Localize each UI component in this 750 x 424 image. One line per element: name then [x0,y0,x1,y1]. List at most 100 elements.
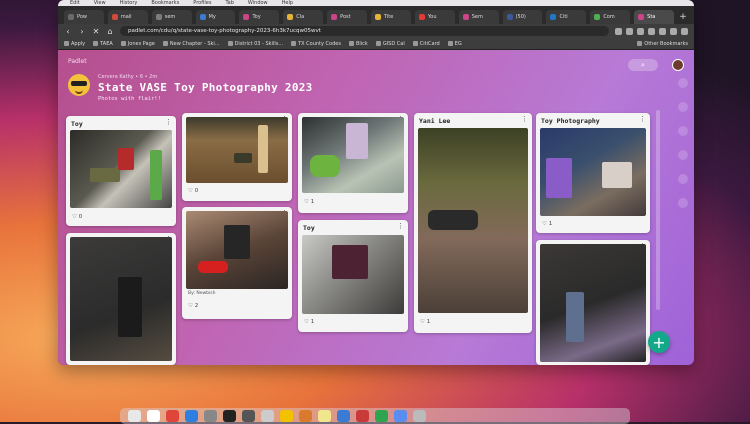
like-count[interactable]: ♡ 0 [72,214,82,220]
post-card[interactable]: Toy ⋮ ♡ 0 [66,116,176,226]
post-card[interactable]: ⋮ [536,240,650,365]
back-arrow-icon[interactable]: ‹ [64,27,72,36]
browser-tab[interactable]: (50) [502,10,543,24]
post-card[interactable]: ⋮ By: Newbish ♡ 2 [182,207,292,319]
search-button[interactable]: ⌕ [628,59,658,71]
browser-tab[interactable]: Pow [64,10,104,24]
browser-tab[interactable]: sem [151,10,192,24]
bookmark-item[interactable]: Blick [348,41,368,47]
like-count[interactable]: ♡ 1 [304,319,314,325]
home-icon[interactable]: ⌂ [106,27,114,36]
bookmark-item[interactable]: New Chapter - Ski... [162,41,220,47]
stop-loading-icon[interactable]: ✕ [92,27,100,36]
add-post-button[interactable]: + [648,331,670,353]
bookmark-item[interactable]: Apply [64,41,85,47]
bookmark-item[interactable]: District 03 - Skills... [227,41,283,47]
share-icon[interactable] [678,78,688,88]
terminal-icon[interactable] [223,410,236,422]
browser-tab[interactable]: Post [327,10,368,24]
kebab-menu-icon[interactable] [681,27,688,35]
bookmark-star-icon[interactable] [626,27,633,35]
browser-tab[interactable]: Tite [371,10,411,24]
like-count[interactable]: ♡ 0 [188,188,198,194]
trash-icon[interactable] [413,410,426,422]
remake-icon[interactable] [678,102,688,112]
post-photo[interactable] [70,237,172,361]
like-count[interactable]: ♡ 1 [304,199,314,205]
powerpoint-icon[interactable] [356,410,369,422]
like-count[interactable]: ♡ 2 [188,303,198,309]
new-tab-button[interactable]: + [678,10,688,24]
settings-icon[interactable] [678,174,688,184]
more-options-icon[interactable] [678,198,688,208]
photos-icon[interactable] [299,410,312,422]
chrome-icon[interactable] [166,410,179,422]
post-card[interactable]: ⋮ ♡ 1 [298,113,408,213]
notes-icon[interactable] [280,410,293,422]
word-icon[interactable] [337,410,350,422]
post-photo[interactable] [186,117,288,183]
post-photo[interactable] [302,117,404,193]
browser-tab[interactable]: Com [590,10,631,24]
menu-tab[interactable]: Tab [225,0,233,6]
menu-profiles[interactable]: Profiles [193,0,211,6]
bookmark-item[interactable]: CitiCard [412,41,440,47]
copy-icon[interactable] [678,126,688,136]
menu-bookmarks[interactable]: Bookmarks [151,0,179,6]
browser-tab[interactable]: Toy [239,10,280,24]
browser-tab[interactable]: My [195,10,236,24]
settings-icon[interactable] [204,410,217,422]
post-photo[interactable] [70,130,172,208]
profile-icon[interactable] [670,27,677,35]
share-icon[interactable] [615,27,622,35]
extension-icon[interactable] [637,27,644,35]
post-menu-icon[interactable]: ⋮ [397,223,404,230]
post-card[interactable]: ⋮ [66,233,176,365]
browser-tab-active[interactable]: Sta [634,10,675,24]
menu-history[interactable]: History [120,0,138,6]
menu-help[interactable]: Help [282,0,293,6]
slideshow-icon[interactable] [678,150,688,160]
post-photo[interactable] [540,128,646,216]
like-count[interactable]: ♡ 1 [542,221,552,227]
bookmark-item[interactable]: EG [447,41,462,47]
forward-arrow-icon[interactable]: › [78,27,86,36]
scrollbar[interactable] [656,110,660,310]
browser-tab[interactable]: mail [107,10,148,24]
bookmark-item[interactable]: Jones Page [120,41,155,47]
browser-tab[interactable]: Sem [458,10,499,24]
post-card[interactable]: Toy ⋮ ♡ 1 [298,220,408,332]
avatar[interactable] [672,59,684,71]
app-icon[interactable] [242,410,255,422]
post-photo[interactable] [186,211,288,289]
extension-icon[interactable] [659,27,666,35]
post-card[interactable]: ⋮ ♡ 0 [182,113,292,201]
menu-view[interactable]: View [94,0,106,6]
menu-edit[interactable]: Edit [70,0,80,6]
post-card[interactable]: Yani Lee ⋮ ♡ 1 [414,113,532,333]
post-card[interactable]: Toy Photography ⋮ ♡ 1 [536,113,650,233]
preview-icon[interactable] [261,410,274,422]
browser-tab[interactable]: Citi [546,10,587,24]
post-menu-icon[interactable]: ⋮ [521,116,528,123]
post-menu-icon[interactable]: ⋮ [165,119,172,126]
calendar-icon[interactable] [147,410,160,422]
address-bar[interactable]: padlet.com/cdu/q/state-vase-toy-photogra… [120,26,609,36]
bookmark-item[interactable]: GISD Cal [375,41,405,47]
stickies-icon[interactable] [318,410,331,422]
safari-icon[interactable] [185,410,198,422]
menu-window[interactable]: Window [248,0,268,6]
finder-icon[interactable] [128,410,141,422]
post-menu-icon[interactable]: ⋮ [639,116,646,123]
bookmark-item[interactable]: TX County Codes [291,41,341,47]
other-bookmarks[interactable]: Other Bookmarks [637,41,688,47]
excel-icon[interactable] [375,410,388,422]
post-photo[interactable] [418,128,528,313]
extension-icon[interactable] [648,27,655,35]
post-photo[interactable] [540,244,646,362]
bookmark-item[interactable]: TAEA [93,41,113,47]
padlet-brand[interactable]: Padlet [58,50,694,72]
mail-icon[interactable] [394,410,407,422]
like-count[interactable]: ♡ 1 [420,319,430,325]
browser-tab[interactable]: Cla [283,10,324,24]
